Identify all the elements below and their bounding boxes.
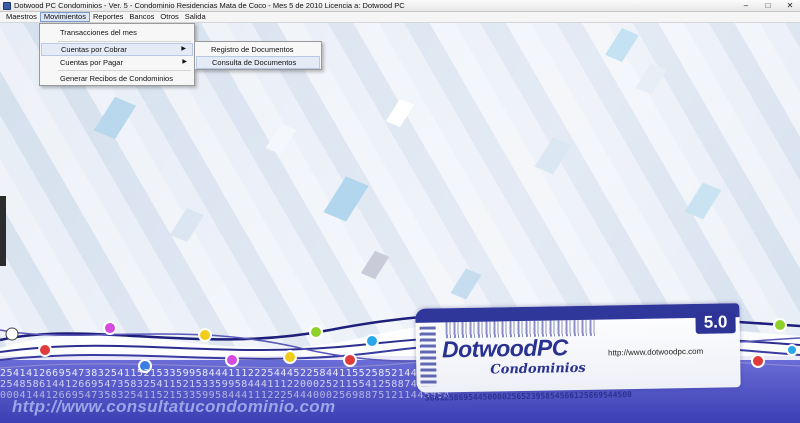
bg-tile [635,63,667,95]
menu-item-consulta-documentos[interactable]: Consulta de Documentos [196,56,320,69]
bg-tile [534,137,572,175]
menu-item-label: Cuentas por Pagar [60,58,123,67]
menu-item-label: Consulta de Documentos [212,58,297,67]
bg-tile [450,268,482,300]
submenu-arrow-icon: ▶ [182,59,187,65]
menu-item-label: Transacciones del mes [60,28,137,37]
menu-item-cuentas-pagar[interactable]: Cuentas por Pagar ▶ [41,56,193,69]
cuentas-cobrar-submenu: Registro de Documentos Consulta de Docum… [194,41,322,70]
version-badge: 5.0 [695,311,736,334]
bg-tile [170,208,204,242]
product-logo: 5.0 DotwoodPC Condominios http://www.dot… [415,303,741,403]
menu-item-transacciones[interactable]: Transacciones del mes [41,26,193,39]
menu-bancos[interactable]: Bancos [126,12,157,22]
submenu-arrow-icon: ▶ [181,46,186,52]
menu-item-generar-recibos[interactable]: Generar Recibos de Condominios [41,72,193,85]
menu-item-label: Registro de Documentos [211,45,294,54]
bg-tile [684,182,722,220]
menu-item-label: Generar Recibos de Condominios [60,74,173,83]
menu-item-cuentas-cobrar[interactable]: Cuentas por Cobrar ▶ [41,43,193,56]
minimize-button[interactable]: – [740,1,752,11]
window-controls: – □ ✕ [740,1,796,11]
banner-url: http://www.consultatucondominio.com [12,397,336,416]
maximize-button[interactable]: □ [762,1,774,11]
menu-movimientos[interactable]: Movimientos [39,12,90,22]
bg-tile [93,96,137,140]
bg-tile [323,176,369,222]
menu-item-label: Cuentas por Cobrar [61,45,127,54]
menu-salida[interactable]: Salida [182,12,209,22]
movimientos-menu: Transacciones del mes Cuentas por Cobrar… [39,23,195,86]
brand-url: http://www.dotwoodpc.com [608,346,704,358]
bg-tile [385,98,415,128]
menu-maestros[interactable]: Maestros [3,12,40,22]
window-title: Dotwood PC Condominios - Ver. 5 - Condom… [14,1,405,10]
close-button[interactable]: ✕ [784,1,796,11]
menu-separator [58,70,191,71]
brand-subtitle: Condominios [490,360,586,378]
title-bar: Dotwood PC Condominios - Ver. 5 - Condom… [0,0,800,12]
app-icon [3,1,11,10]
brand-name: DotwoodPC [441,334,569,363]
menu-bar: Maestros Movimientos Reportes Bancos Otr… [0,12,800,23]
side-tab [0,196,6,266]
menu-separator [58,41,191,42]
logo-side-bars [419,326,437,387]
menu-reportes[interactable]: Reportes [90,12,126,22]
bg-tile [360,250,390,280]
bg-tile [605,28,639,62]
menu-otros[interactable]: Otros [157,12,181,22]
menu-item-registro-documentos[interactable]: Registro de Documentos [196,43,320,56]
bg-tile [265,123,297,155]
